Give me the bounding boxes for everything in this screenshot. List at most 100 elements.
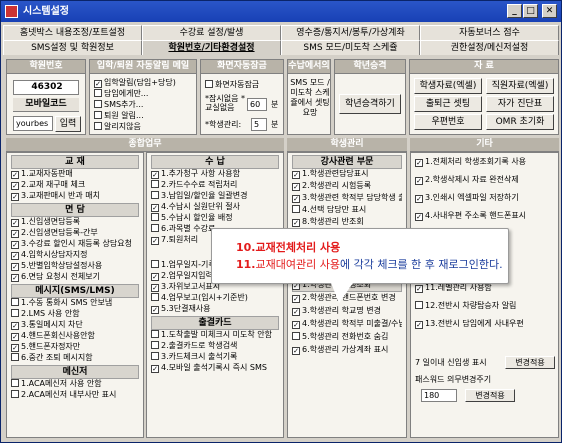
minimize-button[interactable]: _: [507, 4, 522, 18]
messenger-checkbox[interactable]: ✓: [11, 333, 19, 341]
messenger-item[interactable]: 2.LMS 사용 안함: [11, 309, 141, 319]
messenger-checkbox[interactable]: ✓: [11, 322, 19, 330]
other-item[interactable]: ✓ 4.사내우편 주소록 핸드폰표시: [415, 211, 555, 221]
other-item[interactable]: ✓ 2.학생삭제시 자료 완전삭제: [415, 175, 555, 185]
tab-permissions[interactable]: 권한설정/메신저설정: [420, 40, 559, 55]
consult-item[interactable]: ✓ 3.수강료 할인시 재등록 상담요청: [11, 239, 141, 249]
student2-checkbox[interactable]: ✓: [292, 321, 300, 329]
consult-item[interactable]: ✓ 2.신입생면담등록-간부: [11, 228, 141, 238]
consult-checkbox[interactable]: ✓: [11, 230, 19, 238]
screen-lock-checkbox[interactable]: [205, 80, 213, 88]
teach-checkbox[interactable]: ✓: [11, 182, 19, 190]
teach-item[interactable]: ✓ 1.교재자동판매: [11, 169, 141, 179]
fee-extra-item[interactable]: ✓ 5.3단결재사용: [151, 304, 281, 314]
student-item[interactable]: ✓ 8.학생관리 반조회: [292, 217, 402, 227]
consult-item[interactable]: ✓ 4.입학시상담자지정: [11, 250, 141, 260]
messenger-item[interactable]: ✓ 5.핸드폰자정자만: [11, 342, 141, 352]
student-checkbox[interactable]: ✓: [292, 219, 300, 227]
other-item[interactable]: 12.전반시 차량탑승자 알림: [415, 301, 555, 311]
messenger-checkbox[interactable]: ✓: [11, 344, 19, 352]
messenger-item[interactable]: 6.중간 조퇴 메시지함: [11, 353, 141, 363]
student-item[interactable]: ✓ 1.학생관련담당표시: [292, 169, 402, 179]
other-checkbox[interactable]: ✓: [415, 321, 423, 329]
consult-item[interactable]: ✓ 6.면담 요청시 전체보기: [11, 272, 141, 282]
fee-extra-checkbox[interactable]: [151, 293, 159, 301]
mobile-code-input[interactable]: yourbes: [13, 116, 53, 131]
consult-checkbox[interactable]: ✓: [11, 241, 19, 249]
messenger-item[interactable]: 1.수동 통화시 SMS 안보냄: [11, 298, 141, 308]
msger-item[interactable]: 2.ACA메신저 내부사만 표시: [11, 390, 141, 400]
staff-excel-button[interactable]: 직원자료(엑셀): [486, 78, 554, 94]
card-item[interactable]: ✓ 4.모바일 출석기록시 즉시 SMS: [151, 363, 281, 373]
tab-bonus[interactable]: 자동보너스 점수: [420, 25, 559, 40]
enter-leave-checkbox[interactable]: [94, 100, 102, 108]
other-checkbox[interactable]: ✓: [415, 285, 423, 293]
other-item[interactable]: ✓ 13.전반시 담임에게 사내우편: [415, 319, 555, 329]
enter-leave-checkbox[interactable]: ✓: [94, 80, 102, 88]
screen-mgr-input[interactable]: 5: [251, 118, 267, 131]
fee-item[interactable]: 2.카드수수료 적립처리: [151, 180, 281, 190]
messenger-item[interactable]: ✓ 4.핸드폰회신사용안함: [11, 331, 141, 341]
student-checkbox[interactable]: ✓: [292, 195, 300, 203]
consult-checkbox[interactable]: ✓: [11, 274, 19, 282]
card-item[interactable]: 2.출결카드로 학생검색: [151, 341, 281, 351]
teach-checkbox[interactable]: ✓: [11, 171, 19, 179]
student-item[interactable]: ✓ 2.학생관리 시험등록: [292, 181, 402, 191]
student-item[interactable]: 4.선택 담당만 표시: [292, 205, 402, 215]
student2-item[interactable]: ✓ 3.학생관리 학교명 변경: [292, 306, 402, 316]
consult-checkbox[interactable]: ✓: [11, 263, 19, 271]
msger-checkbox[interactable]: [11, 390, 19, 398]
student2-item[interactable]: ✓ 6.학생관리 가상계좌 표시: [292, 345, 402, 355]
msger-checkbox[interactable]: [11, 379, 19, 387]
tab-sms-info[interactable]: SMS설정 및 학원정보: [3, 40, 142, 55]
fee-checkbox[interactable]: [151, 191, 159, 199]
fee-item[interactable]: 3.납입일/할인율 일괄변경: [151, 191, 281, 201]
password-cycle-input[interactable]: 180: [421, 389, 457, 402]
messenger-item[interactable]: ✓ 3.통일메시지 차단: [11, 320, 141, 330]
fee-extra-checkbox[interactable]: ✓: [151, 284, 159, 292]
student2-checkbox[interactable]: [292, 332, 300, 340]
enter-leave-item[interactable]: SMS추가...: [94, 100, 194, 110]
card-checkbox[interactable]: ✓: [151, 365, 159, 373]
postal-code-button[interactable]: 우편번호: [414, 114, 482, 130]
messenger-checkbox[interactable]: [11, 298, 19, 306]
student-checkbox[interactable]: ✓: [292, 171, 300, 179]
enter-leave-checkbox[interactable]: [94, 122, 102, 130]
tab-fee[interactable]: 수강료 설정/발생: [142, 25, 281, 40]
card-checkbox[interactable]: [151, 341, 159, 349]
other-checkbox[interactable]: ✓: [415, 195, 423, 203]
student2-checkbox[interactable]: ✓: [292, 295, 300, 303]
teach-item[interactable]: ✓ 3.교재판매시 반과 매치: [11, 191, 141, 201]
student-item[interactable]: ✓3.학생관련 학적부 담당학생 출결/상담 자동 포함: [292, 193, 402, 203]
consult-checkbox[interactable]: ✓: [11, 219, 19, 227]
self-diagnosis-button[interactable]: 자가 진단표: [486, 96, 554, 112]
consult-item[interactable]: ✓ 5.반별입학상담설정사용: [11, 261, 141, 271]
student2-checkbox[interactable]: ✓: [292, 308, 300, 316]
card-item[interactable]: 3.카드체크시 출석기록: [151, 352, 281, 362]
enter-leave-checkbox[interactable]: [94, 89, 102, 97]
student2-item[interactable]: ✓4.학생관리 학적부 미출결/수납 현황표시: [292, 319, 402, 329]
student-excel-button[interactable]: 학생자료(엑셀): [414, 78, 482, 94]
enter-leave-item[interactable]: 담임에게만...: [94, 89, 194, 99]
consult-item[interactable]: ✓ 1.신입생면담등록: [11, 217, 141, 227]
other-checkbox[interactable]: ✓: [415, 213, 423, 221]
enter-leave-item[interactable]: 퇴원 알림...: [94, 111, 194, 121]
other-checkbox[interactable]: ✓: [415, 159, 423, 167]
other-item[interactable]: ✓ 3.인쇄시 엑셀파일 저장하기: [415, 193, 555, 203]
student-checkbox[interactable]: [292, 205, 300, 213]
enter-leave-item[interactable]: ✓ 입학알림(담임+당당): [94, 78, 194, 88]
student2-checkbox[interactable]: ✓: [292, 347, 300, 355]
tab-receipt[interactable]: 영수증/통지서/봉투/가상계좌: [281, 25, 420, 40]
student-checkbox[interactable]: ✓: [292, 183, 300, 191]
messenger-checkbox[interactable]: [11, 309, 19, 317]
tab-sms-mode[interactable]: SMS 모드/미도착 스케쥴: [281, 40, 420, 55]
fee-extra-checkbox[interactable]: ✓: [151, 273, 159, 281]
close-button[interactable]: ✕: [542, 4, 557, 18]
teach-item[interactable]: ✓ 2.교재 재구매 체크: [11, 180, 141, 190]
maximize-button[interactable]: □: [523, 4, 538, 18]
new-student-apply-button[interactable]: 변경적용: [505, 356, 555, 369]
fee-checkbox[interactable]: [151, 224, 159, 232]
fee-item[interactable]: 5.수납시 할인율 배정: [151, 213, 281, 223]
attendance-setting-button[interactable]: 출퇴근 셋팅: [414, 96, 482, 112]
other-checkbox[interactable]: [415, 301, 423, 309]
